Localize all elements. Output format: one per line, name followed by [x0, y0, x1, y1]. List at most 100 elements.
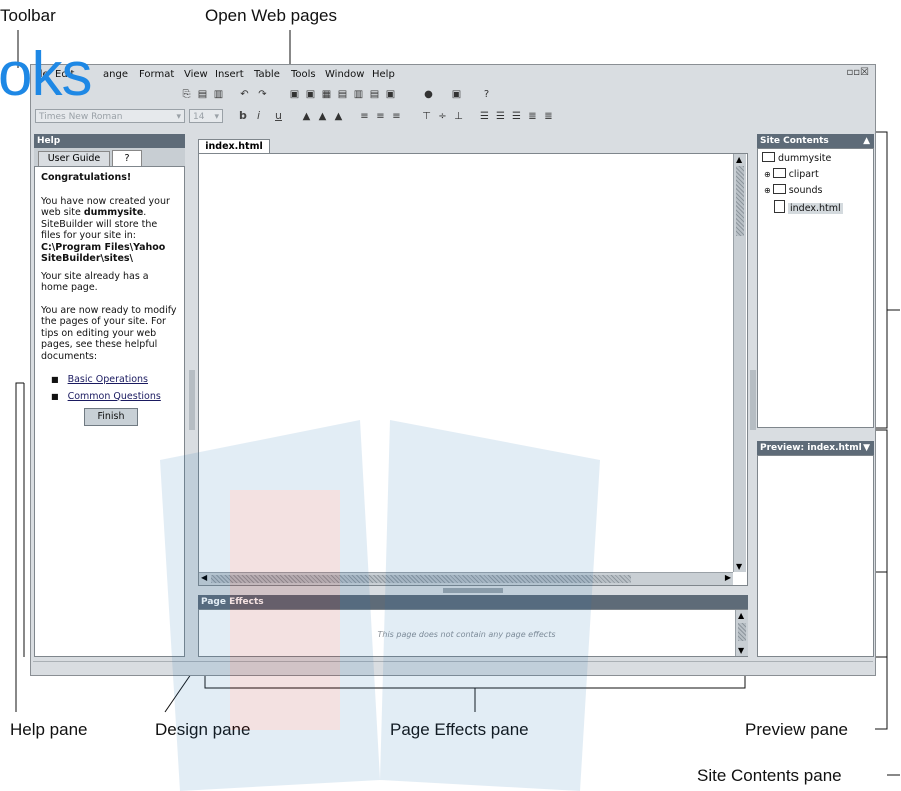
italic-button[interactable]: i	[257, 109, 260, 122]
help-paragraph-ready: You are now ready to modify the pages of…	[41, 304, 177, 362]
text-box-icon[interactable]: ▣	[289, 89, 300, 100]
underline-button[interactable]: u	[275, 109, 282, 122]
site-contents-title: Site Contents	[760, 136, 829, 146]
collapse-down-icon[interactable]: ▼	[863, 441, 870, 455]
scroll-up-arrow[interactable]: ▲	[736, 155, 742, 164]
paste-icon[interactable]: ▤	[197, 89, 208, 100]
numbered-list-icon[interactable]: ☰	[495, 111, 506, 122]
clear-format-icon[interactable]: ▲	[333, 111, 344, 122]
tab-help[interactable]: ?	[112, 150, 142, 167]
help-pane-header: Help	[34, 134, 185, 148]
outdent-icon[interactable]: ☰	[511, 111, 522, 122]
tree-folder-sounds-label: sounds	[788, 185, 823, 196]
indent-more-icon[interactable]: ≣	[543, 111, 554, 122]
tree-folder-sounds[interactable]: ⊕ sounds	[764, 184, 823, 196]
tree-file-index[interactable]: index.html	[774, 200, 843, 214]
globe-icon[interactable]: ●	[423, 89, 434, 100]
menu-help[interactable]: Help	[372, 69, 395, 80]
align-left-icon[interactable]: ≡	[359, 111, 370, 122]
text-color-icon[interactable]: ▲	[301, 111, 312, 122]
align-right-icon[interactable]: ≡	[391, 111, 402, 122]
preview-header: Preview: index.html ▼	[757, 441, 874, 455]
tab-index-html[interactable]: index.html	[198, 139, 270, 154]
size-select[interactable]: 14 ▾	[189, 109, 223, 123]
help-pane-leader	[15, 382, 24, 712]
scroll-down-arrow[interactable]: ▼	[736, 562, 742, 571]
page-effects-scrollbar[interactable]: ▲ ▼	[735, 610, 748, 656]
tree-root[interactable]: dummysite	[762, 152, 831, 164]
valign-middle-icon[interactable]: ÷	[437, 111, 448, 122]
preview-pane-bracket	[875, 429, 888, 658]
media-icon[interactable]: ▣	[385, 89, 396, 100]
folder-icon	[772, 184, 786, 194]
help-link-basic: ■ Basic Operations	[51, 374, 178, 386]
help-title: Congratulations!	[41, 172, 132, 183]
menu-tools[interactable]: Tools	[291, 69, 316, 80]
undo-icon[interactable]: ↶	[239, 89, 250, 100]
expand-icon[interactable]: ⊕	[764, 170, 771, 179]
tree-root-label: dummysite	[778, 153, 832, 164]
expand-icon[interactable]: ⊕	[764, 186, 771, 195]
indent-icon[interactable]: ≣	[527, 111, 538, 122]
table-icon[interactable]: ▦	[321, 89, 332, 100]
design-vertical-scrollbar[interactable]: ▲ ▼	[733, 154, 746, 572]
menu-change[interactable]: ange	[103, 69, 128, 80]
finish-button-label: Finish	[97, 411, 125, 422]
tree-folder-clipart-label: clipart	[788, 169, 819, 180]
publish-icon[interactable]: ▣	[451, 89, 462, 100]
list-icon[interactable]: ▤	[369, 89, 380, 100]
form-icon[interactable]: ▤	[337, 89, 348, 100]
menu-format[interactable]: Format	[139, 69, 174, 80]
field-icon[interactable]: ▥	[353, 89, 364, 100]
site-contents-bracket	[875, 131, 888, 429]
tree-folder-clipart[interactable]: ⊕ clipart	[764, 168, 819, 180]
help-site-name: dummysite	[83, 207, 144, 218]
menu-bar: ile Edit ange Format View Insert Table T…	[31, 65, 875, 83]
collapse-up-icon[interactable]: ▲	[863, 134, 870, 148]
preview-title: Preview: index.html	[760, 443, 862, 453]
scroll-down-arrow[interactable]: ▼	[738, 646, 744, 655]
font-select-value: Times New Roman	[39, 112, 123, 122]
folder-icon	[762, 152, 775, 162]
finish-button[interactable]: Finish	[84, 408, 138, 426]
valign-bottom-icon[interactable]: ⊥	[453, 111, 464, 122]
main-toolbar: ⎘ ▤ ▥ ↶ ↷ ▣ ▣ ▦ ▤ ▥ ▤ ▣ ● ▣ ?	[31, 85, 875, 105]
scroll-right-arrow[interactable]: ▶	[725, 573, 731, 582]
delete-icon[interactable]: ▥	[213, 89, 224, 100]
basic-operations-link[interactable]: Basic Operations	[68, 374, 148, 385]
help-paragraph-home: Your site already has a home page.	[41, 270, 149, 294]
tree-file-index-label: index.html	[788, 203, 843, 214]
site-contents-panel: dummysite ⊕ clipart ⊕ sounds index.html	[757, 148, 874, 428]
bullet-icon: ■	[51, 391, 59, 401]
highlight-icon[interactable]: ▲	[317, 111, 328, 122]
help-tab-icon: ?	[124, 153, 130, 164]
document-icon	[774, 200, 785, 213]
window-controls[interactable]: ▫▫☒	[846, 67, 869, 78]
font-select[interactable]: Times New Roman ▾	[35, 109, 185, 123]
menu-table[interactable]: Table	[254, 69, 280, 80]
align-center-icon[interactable]: ≡	[375, 111, 386, 122]
tab-index-html-label: index.html	[205, 141, 263, 152]
help-icon[interactable]: ?	[481, 89, 492, 100]
format-toolbar: Times New Roman ▾ 14 ▾ b i u ▲ ▲ ▲ ≡ ≡ ≡…	[31, 107, 875, 127]
menu-window[interactable]: Window	[325, 69, 364, 80]
redo-icon[interactable]: ↷	[257, 89, 268, 100]
help-path: C:\Program Files\Yahoo SiteBuilder\sites…	[41, 241, 166, 265]
size-select-value: 14	[193, 112, 205, 122]
copy-icon[interactable]: ⎘	[181, 89, 192, 100]
right-collapse-handle[interactable]	[750, 370, 756, 430]
chevron-down-icon: ▾	[176, 112, 181, 122]
tab-user-guide[interactable]: User Guide	[38, 151, 110, 167]
bullet-list-icon[interactable]: ☰	[479, 111, 490, 122]
scroll-up-arrow[interactable]: ▲	[738, 611, 744, 620]
folder-icon	[772, 168, 786, 178]
preview-panel	[757, 455, 874, 657]
menu-insert[interactable]: Insert	[215, 69, 244, 80]
scroll-thumb[interactable]	[738, 623, 746, 641]
valign-top-icon[interactable]: ⊤	[421, 111, 432, 122]
menu-view[interactable]: View	[184, 69, 208, 80]
image-icon[interactable]: ▣	[305, 89, 316, 100]
scroll-thumb[interactable]	[736, 166, 744, 236]
help-tab-bar: User Guide ?	[34, 148, 185, 167]
bold-button[interactable]: b	[239, 109, 247, 122]
